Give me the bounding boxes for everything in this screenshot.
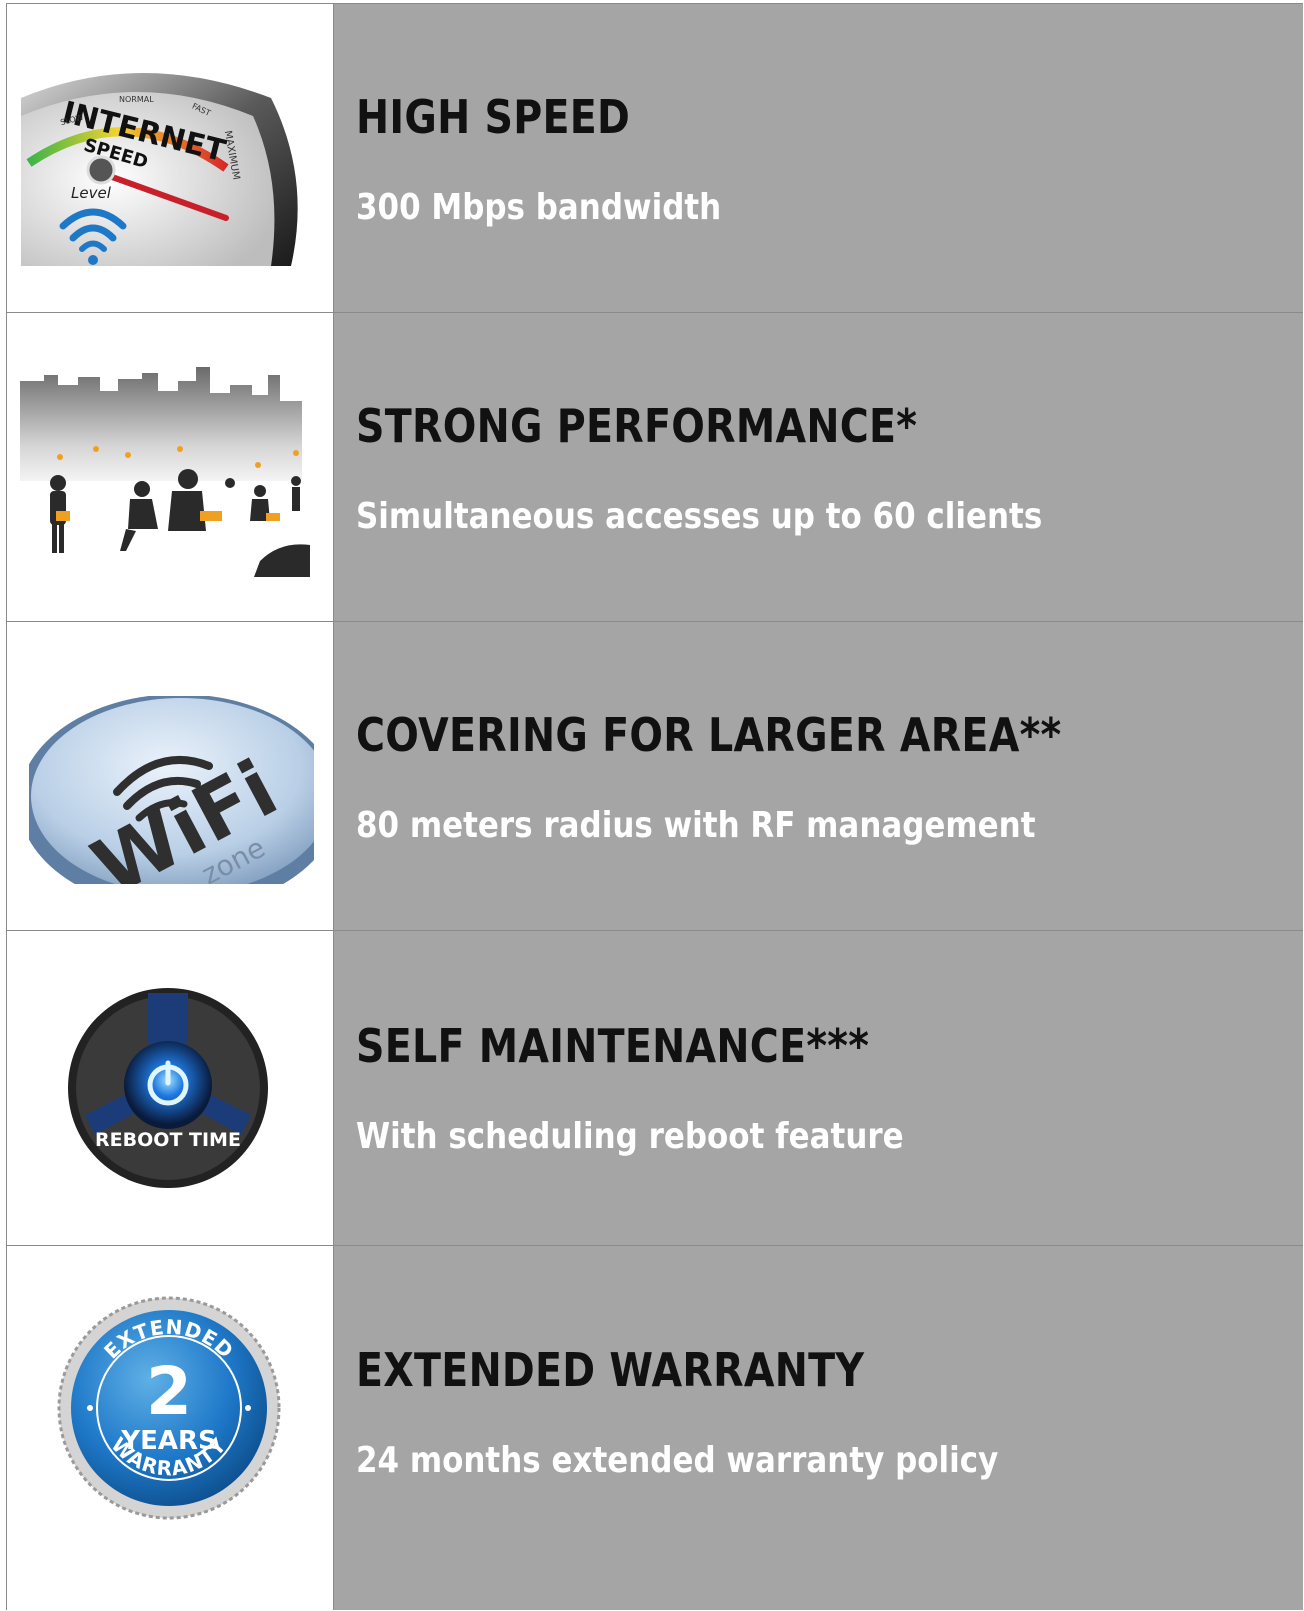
feature-text-cell: HIGH SPEED 300 Mbps bandwidth [334,4,1303,312]
feature-table: INTERNET SPEED Level SLOW NORMAL FAST MA… [6,3,1303,1610]
feature-image-cell: INTERNET SPEED Level SLOW NORMAL FAST MA… [7,4,334,312]
wifi-zone-button-icon: WiFi zone [29,696,314,884]
feature-row-high-speed: INTERNET SPEED Level SLOW NORMAL FAST MA… [7,4,1303,313]
warranty-seal-icon: EXTENDED 2 YEARS WARRANTY [57,1296,281,1520]
feature-description: Simultaneous accesses up to 60 clients [356,496,1043,537]
reboot-time-label: REBOOT TIME [95,1129,241,1151]
feature-text-cell: STRONG PERFORMANCE* Simultaneous accesse… [334,313,1303,621]
feature-text-cell: EXTENDED WARRANTY 24 months extended war… [334,1246,1303,1610]
gauge-scale-normal: NORMAL [119,95,154,104]
feature-row-strong-performance: STRONG PERFORMANCE* Simultaneous accesse… [7,313,1303,622]
feature-image-cell: EXTENDED 2 YEARS WARRANTY [7,1246,334,1610]
feature-text-cell: COVERING FOR LARGER AREA** 80 meters rad… [334,622,1303,930]
feature-image-cell: REBOOT TIME [7,931,334,1245]
feature-title: EXTENDED WARRANTY [356,1343,865,1397]
gauge-level-text: Level [71,184,112,202]
warranty-number-text: 2 [146,1353,192,1430]
feature-description: 300 Mbps bandwidth [356,187,722,228]
feature-text-cell: SELF MAINTENANCE*** With scheduling rebo… [334,931,1303,1245]
feature-image-cell [7,313,334,621]
feature-title: SELF MAINTENANCE*** [356,1019,870,1073]
feature-description: 24 months extended warranty policy [356,1440,999,1481]
feature-description: With scheduling reboot feature [356,1116,904,1157]
feature-title: STRONG PERFORMANCE* [356,399,918,453]
feature-row-extended-warranty: EXTENDED 2 YEARS WARRANTY EXTENDED WARRA… [7,1246,1303,1610]
feature-title: COVERING FOR LARGER AREA** [356,708,1062,762]
feature-description: 80 meters radius with RF management [356,805,1036,846]
feature-row-covering-area: WiFi zone COVERING FOR LARGER AREA** 80 … [7,622,1303,931]
feature-title: HIGH SPEED [356,90,631,144]
feature-image-cell: WiFi zone [7,622,334,930]
reboot-time-button-icon: REBOOT TIME [68,988,268,1188]
connected-people-city-icon [20,361,312,577]
internet-speed-gauge-icon: INTERNET SPEED Level SLOW NORMAL FAST MA… [21,58,306,266]
feature-row-self-maintenance: REBOOT TIME SELF MAINTENANCE*** With sch… [7,931,1303,1246]
